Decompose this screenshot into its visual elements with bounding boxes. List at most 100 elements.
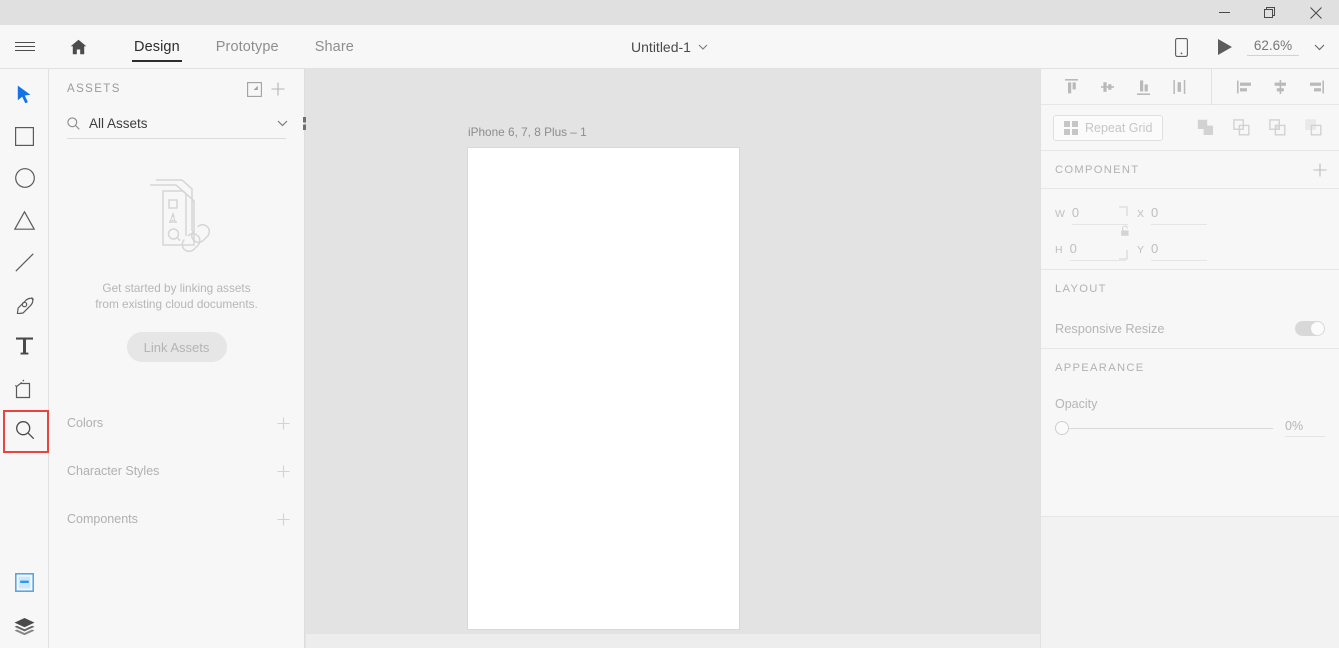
add-component-plus-icon[interactable]: [1313, 163, 1327, 177]
link-document-icon[interactable]: [242, 75, 266, 103]
toolbar-bottom-group: [0, 560, 49, 648]
add-asset-icon[interactable]: [266, 75, 290, 103]
align-top-icon[interactable]: [1053, 69, 1089, 105]
select-tool[interactable]: [0, 73, 49, 115]
mode-tabs: Design Prototype Share: [116, 25, 372, 69]
responsive-resize-label: Responsive Resize: [1055, 320, 1165, 336]
ellipse-tool[interactable]: [0, 157, 49, 199]
restore-button[interactable]: [1247, 0, 1293, 25]
assets-section-character-styles[interactable]: Character Styles: [49, 447, 304, 495]
add-component-icon[interactable]: [277, 513, 290, 526]
align-vertical-center-icon[interactable]: [1089, 69, 1125, 105]
opacity-slider[interactable]: [1055, 421, 1273, 435]
appearance-section-header: APPEARANCE: [1041, 349, 1339, 387]
add-character-style-icon[interactable]: [277, 465, 290, 478]
title-bar: [0, 0, 1339, 25]
search-icon: [67, 117, 80, 130]
zoom-level-value[interactable]: 62.6%: [1247, 38, 1299, 56]
opacity-slider-track: [1055, 427, 1273, 429]
layers-panel-toggle[interactable]: [0, 604, 49, 648]
assets-panel-header: ASSETS: [49, 69, 304, 109]
assets-empty-text-line1: Get started by linking assets: [102, 281, 251, 295]
y-value[interactable]: 0: [1151, 241, 1208, 261]
boolean-exclude-overlap-icon[interactable]: [1295, 110, 1331, 146]
tab-share[interactable]: Share: [297, 25, 372, 69]
home-icon[interactable]: [50, 25, 106, 69]
canvas-area[interactable]: iPhone 6, 7, 8 Plus – 1: [306, 69, 1040, 648]
height-label: H: [1055, 244, 1063, 256]
opacity-value[interactable]: 0%: [1285, 419, 1325, 437]
line-tool[interactable]: [0, 241, 49, 283]
assets-empty-state: A Get started by linking assets from exi…: [49, 177, 304, 362]
assets-section-colors-label: Colors: [67, 416, 104, 430]
tab-prototype[interactable]: Prototype: [198, 25, 297, 69]
top-bar: Design Prototype Share Untitled-1 62.6%: [0, 25, 1339, 69]
align-bottom-icon[interactable]: [1125, 69, 1161, 105]
alignment-group-horizontal: [1211, 68, 1339, 105]
close-button[interactable]: [1293, 0, 1339, 25]
align-horizontal-center-icon[interactable]: [1262, 69, 1298, 105]
y-position-field[interactable]: Y 0: [1137, 241, 1208, 261]
assets-section-colors[interactable]: Colors: [49, 399, 304, 447]
canvas-footer-strip: [306, 634, 1040, 648]
repeat-grid-button[interactable]: Repeat Grid: [1053, 114, 1164, 141]
menu-icon[interactable]: [0, 25, 50, 69]
boolean-add-icon[interactable]: [1187, 110, 1223, 146]
width-label: W: [1055, 208, 1065, 220]
opacity-control: Opacity 0%: [1041, 387, 1339, 437]
alignment-group-vertical: [1041, 69, 1197, 105]
assets-empty-text: Get started by linking assets from exist…: [77, 280, 277, 312]
responsive-resize-row: Responsive Resize: [1041, 308, 1339, 348]
align-right-icon[interactable]: [1298, 69, 1334, 105]
top-right-controls: 62.6%: [1159, 25, 1339, 69]
y-label: Y: [1137, 244, 1145, 256]
zoom-chevron-down-icon[interactable]: [1299, 25, 1339, 69]
desktop-preview-icon[interactable]: [1203, 25, 1247, 69]
repeat-grid-row: Repeat Grid: [1041, 105, 1339, 151]
size-position-fields: W 0 H 0 X 0 Y 0: [1041, 189, 1339, 269]
assets-panel-title: ASSETS: [67, 83, 121, 95]
lock-aspect-ratio-icon[interactable]: [1114, 205, 1136, 261]
property-inspector: Repeat Grid COMPONENT W 0 H 0 X 0 Y 0 LA…: [1040, 68, 1339, 648]
document-title[interactable]: Untitled-1: [631, 39, 708, 55]
artboard-label[interactable]: iPhone 6, 7, 8 Plus – 1: [468, 125, 587, 139]
link-assets-illustration-icon: A: [136, 177, 218, 266]
assets-section-components[interactable]: Components: [49, 495, 304, 543]
x-label: X: [1137, 208, 1145, 220]
boolean-subtract-icon[interactable]: [1223, 110, 1259, 146]
tab-design[interactable]: Design: [116, 25, 198, 69]
x-position-field[interactable]: X 0: [1137, 205, 1208, 225]
assets-empty-text-line2: from existing cloud documents.: [95, 297, 258, 311]
boolean-intersect-icon[interactable]: [1259, 110, 1295, 146]
assets-panel: ASSETS All Assets A Get started by linki…: [49, 69, 316, 648]
artboard-tool[interactable]: [0, 367, 49, 409]
add-color-icon[interactable]: [277, 417, 290, 430]
repeat-grid-label: Repeat Grid: [1085, 120, 1153, 135]
pen-tool[interactable]: [0, 283, 49, 325]
polygon-tool[interactable]: [0, 199, 49, 241]
toggle-knob: [1311, 321, 1324, 335]
assets-section-components-label: Components: [67, 512, 138, 526]
assets-filter-chevron-down-icon[interactable]: [275, 120, 290, 127]
alignment-toolbar: [1041, 68, 1339, 105]
boolean-operations: [1187, 110, 1331, 146]
text-tool[interactable]: [0, 325, 49, 367]
assets-search-input[interactable]: [89, 116, 266, 131]
component-section-title: COMPONENT: [1055, 163, 1140, 176]
align-left-icon[interactable]: [1226, 69, 1262, 105]
distribute-horizontal-icon[interactable]: [1161, 69, 1197, 105]
x-value[interactable]: 0: [1151, 205, 1208, 225]
rectangle-tool[interactable]: [0, 115, 49, 157]
layout-section-title: LAYOUT: [1055, 283, 1107, 295]
distribute-vertical-icon[interactable]: [1334, 69, 1339, 105]
link-assets-button[interactable]: Link Assets: [126, 332, 227, 362]
zoom-tool[interactable]: [0, 409, 49, 453]
assets-search-row: [67, 109, 316, 139]
responsive-resize-toggle[interactable]: [1295, 320, 1325, 336]
artboard[interactable]: [467, 147, 740, 630]
device-preview-icon[interactable]: [1159, 25, 1203, 69]
svg-text:A: A: [169, 213, 177, 226]
assets-panel-toggle[interactable]: [0, 560, 49, 604]
minimize-button[interactable]: [1201, 0, 1247, 25]
opacity-slider-thumb[interactable]: [1055, 421, 1069, 435]
